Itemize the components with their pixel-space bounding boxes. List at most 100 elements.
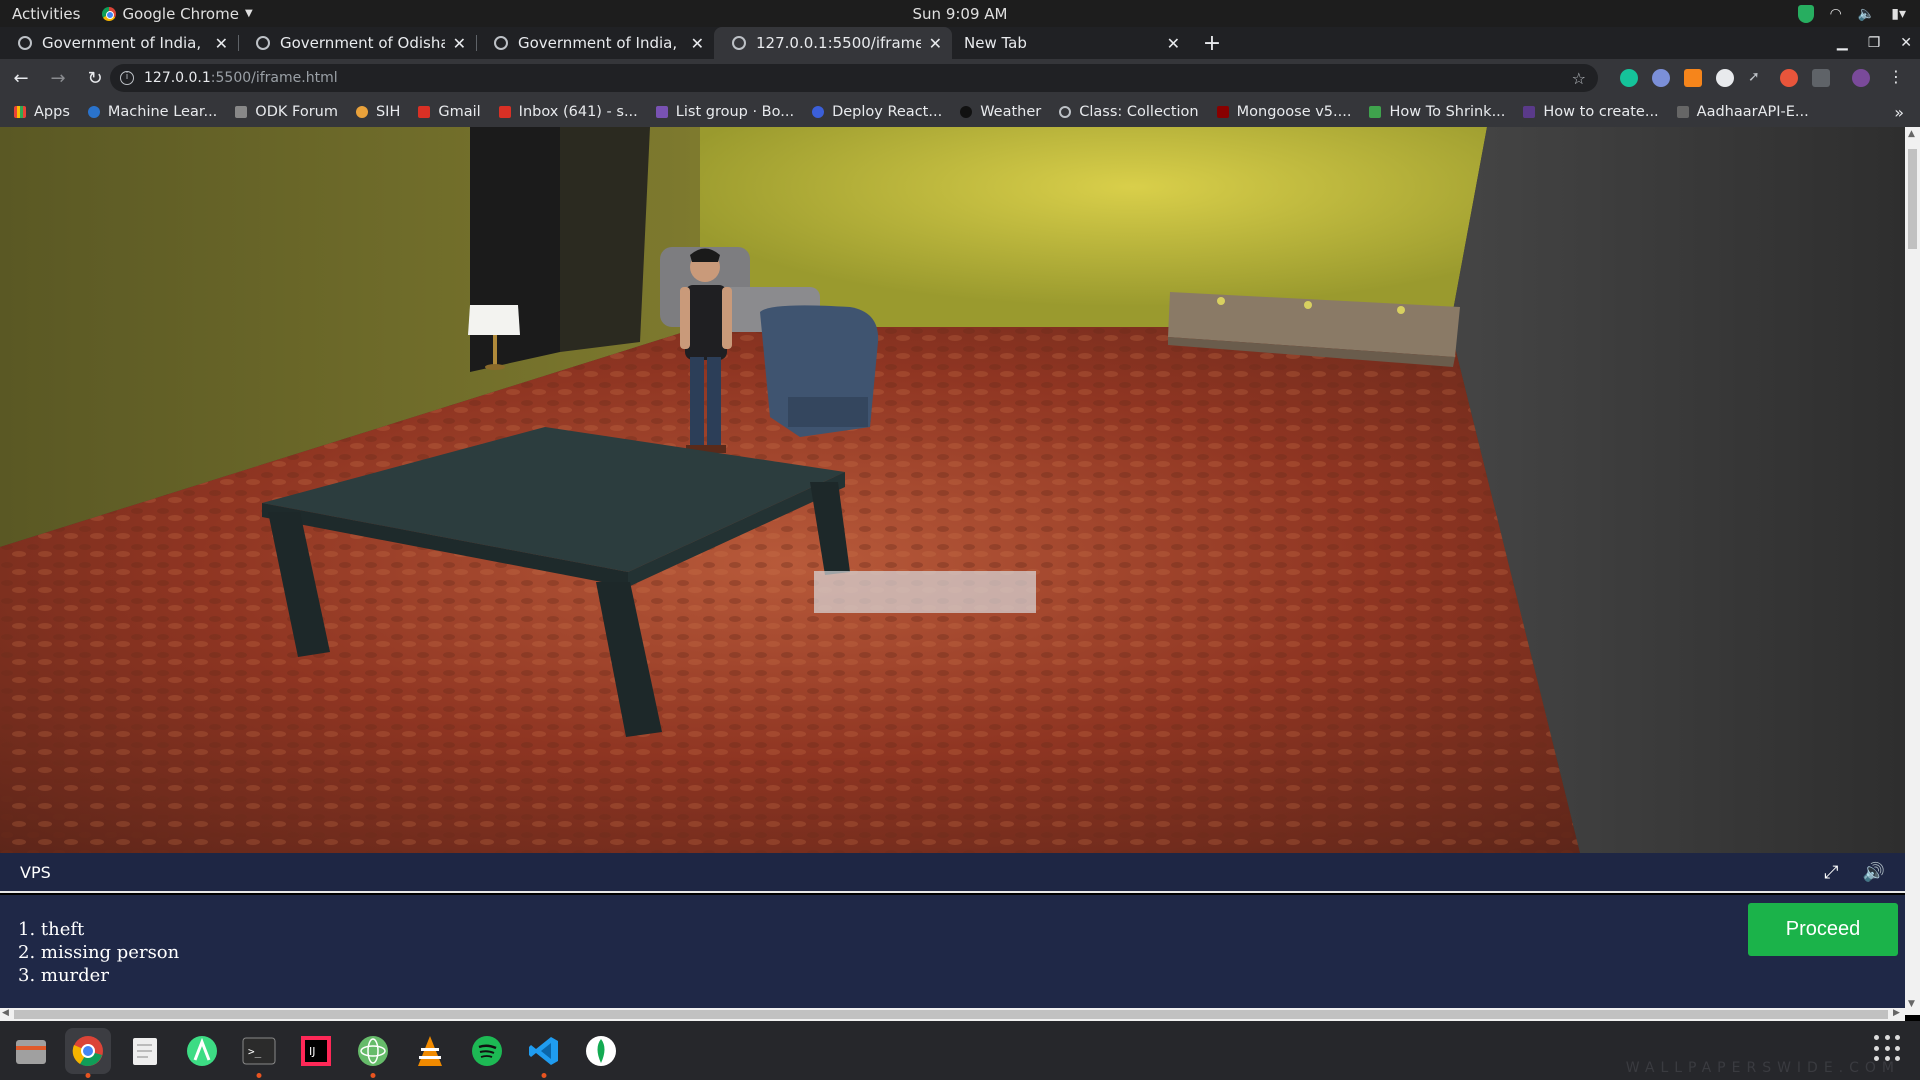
- bookmark-aadhaar-api[interactable]: AadhaarAPI-E...: [1676, 104, 1809, 120]
- running-indicator: [85, 1072, 91, 1078]
- vertical-scrollbar[interactable]: ▲ ▼: [1905, 127, 1920, 1015]
- spotify-icon: [472, 1035, 502, 1066]
- globe-icon: [1059, 106, 1072, 118]
- bookmark-class-collection[interactable]: Class: Collection: [1059, 104, 1199, 120]
- atom-icon: [358, 1035, 388, 1066]
- atom-app[interactable]: [350, 1028, 396, 1078]
- bookmark-mongoose[interactable]: Mongoose v5....: [1216, 104, 1351, 120]
- globe-icon: [732, 36, 746, 50]
- player-controls: ⤢ 🔊: [1824, 862, 1885, 883]
- image-icon: [1369, 106, 1382, 118]
- text-editor-app[interactable]: [122, 1028, 168, 1074]
- scrollbar-thumb[interactable]: [1908, 149, 1917, 249]
- grammarly-icon[interactable]: [1620, 69, 1638, 87]
- vlc-icon: [418, 1035, 442, 1066]
- close-tab-icon[interactable]: ✕: [1167, 34, 1180, 53]
- extension-icon[interactable]: [1716, 69, 1734, 87]
- shield-icon[interactable]: [1797, 4, 1814, 23]
- new-tab-button[interactable]: +: [1196, 27, 1228, 59]
- browser-toolbar: ← → ↻ i 127.0.0.1:5500/iframe.html ☆ ➚ ⋮: [0, 59, 1920, 97]
- tab-iframe-active[interactable]: 127.0.0.1:5500/iframe.htm ✕: [714, 27, 952, 59]
- tab-new-tab[interactable]: New Tab ✕: [952, 27, 1190, 59]
- running-indicator: [541, 1072, 547, 1078]
- bookmarks-bar: Apps Machine Lear... ODK Forum SIH Gmail…: [0, 97, 1920, 127]
- bookmark-apps[interactable]: Apps: [14, 104, 70, 120]
- chrome-app[interactable]: [65, 1027, 111, 1078]
- close-window-icon[interactable]: ✕: [1900, 35, 1912, 51]
- terminal-app[interactable]: >_: [236, 1028, 282, 1078]
- volume-icon[interactable]: 🔊: [1863, 862, 1885, 883]
- extension-icon[interactable]: [1652, 69, 1670, 87]
- bookmark-machine-learning[interactable]: Machine Lear...: [87, 104, 217, 120]
- bookmark-sih[interactable]: SIH: [355, 104, 400, 120]
- forward-button[interactable]: →: [42, 62, 74, 94]
- vscode-app[interactable]: [521, 1028, 567, 1078]
- doc-icon: [1676, 106, 1689, 118]
- close-tab-icon[interactable]: ✕: [929, 34, 942, 53]
- battery-icon[interactable]: ▮▾: [1891, 6, 1906, 22]
- close-tab-icon[interactable]: ✕: [453, 34, 466, 53]
- address-bar[interactable]: i 127.0.0.1:5500/iframe.html ☆: [110, 64, 1598, 92]
- scrollbar-thumb[interactable]: [14, 1010, 1888, 1019]
- fullscreen-icon[interactable]: ⤢: [1824, 862, 1838, 883]
- restore-icon[interactable]: ❐: [1868, 35, 1881, 51]
- bookmark-gmail[interactable]: Gmail: [418, 104, 481, 120]
- app-menu-label: Google Chrome: [122, 4, 239, 23]
- more-bookmarks-icon[interactable]: »: [1894, 103, 1904, 122]
- bookmark-star-icon[interactable]: ☆: [1572, 69, 1586, 88]
- kebab-menu-icon[interactable]: ⋮: [1888, 67, 1906, 86]
- tab-title: New Tab: [964, 34, 1027, 52]
- horizontal-scrollbar[interactable]: ◀ ▶: [0, 1008, 1905, 1021]
- bookmark-weather[interactable]: Weather: [960, 104, 1041, 120]
- system-tray[interactable]: ◠ 🔈 ▮▾: [1797, 4, 1906, 23]
- bookmark-list-group[interactable]: List group · Bo...: [655, 104, 794, 120]
- extension-badge-icon[interactable]: [1812, 69, 1830, 87]
- spotify-app[interactable]: [464, 1028, 510, 1074]
- crime-options-list: 1. theft 2. missing person 3. murder: [18, 918, 179, 987]
- wifi-icon[interactable]: ◠: [1830, 6, 1842, 22]
- scroll-right-icon[interactable]: ▶: [1893, 1008, 1900, 1018]
- minimize-icon[interactable]: ▁: [1837, 35, 1848, 51]
- back-button[interactable]: ←: [5, 62, 37, 94]
- close-tab-icon[interactable]: ✕: [215, 34, 228, 53]
- scroll-left-icon[interactable]: ◀: [2, 1008, 9, 1018]
- cookie-icon[interactable]: [1780, 69, 1798, 87]
- bookmark-how-to-create[interactable]: How to create...: [1523, 104, 1659, 120]
- vlc-app[interactable]: [407, 1028, 453, 1074]
- weather-icon: [960, 106, 973, 118]
- globe-icon: [256, 36, 270, 50]
- scroll-up-icon[interactable]: ▲: [1908, 129, 1915, 139]
- running-indicator: [370, 1072, 376, 1078]
- scroll-down-icon[interactable]: ▼: [1908, 999, 1915, 1009]
- tab-gov-india-1[interactable]: Government of India, Min ✕: [0, 27, 238, 59]
- bookmark-icon: [1523, 106, 1536, 118]
- bookmark-inbox[interactable]: Inbox (641) - s...: [498, 104, 638, 120]
- clock[interactable]: Sun 9:09 AM: [913, 5, 1008, 23]
- intellij-icon: IJ: [301, 1035, 331, 1066]
- android-studio-app[interactable]: [179, 1028, 225, 1074]
- bootstrap-icon: [655, 106, 668, 118]
- intellij-app[interactable]: IJ: [293, 1028, 339, 1074]
- bookmark-how-to-shrink[interactable]: How To Shrink...: [1369, 104, 1505, 120]
- bookmark-deploy-react[interactable]: Deploy React...: [812, 104, 942, 120]
- files-app[interactable]: [8, 1028, 54, 1074]
- proceed-button[interactable]: Proceed: [1748, 903, 1898, 956]
- volume-muted-icon[interactable]: 🔈: [1858, 6, 1875, 22]
- bookmark-odk-forum[interactable]: ODK Forum: [235, 104, 338, 120]
- unity-webgl-canvas[interactable]: [0, 127, 1905, 853]
- metamask-icon[interactable]: [1684, 69, 1702, 87]
- option-murder: 3. murder: [18, 965, 109, 986]
- mongodb-compass-app[interactable]: [578, 1028, 624, 1074]
- site-info-icon[interactable]: i: [120, 71, 134, 85]
- app-menu[interactable]: Google Chrome ▼: [102, 4, 253, 23]
- tab-gov-india-2[interactable]: Government of India, Min ✕: [476, 27, 714, 59]
- reload-button[interactable]: ↻: [79, 62, 111, 94]
- ubuntu-dock: >_ IJ WALLPAPERSWIDE.COM: [0, 1021, 1920, 1080]
- profile-avatar[interactable]: [1852, 69, 1870, 87]
- activities-button[interactable]: Activities: [12, 5, 80, 23]
- cursor-icon[interactable]: ➚: [1748, 69, 1766, 87]
- chrome-icon: [102, 6, 117, 21]
- close-tab-icon[interactable]: ✕: [691, 34, 704, 53]
- show-applications-icon[interactable]: [1874, 1035, 1902, 1063]
- tab-gov-odisha[interactable]: Government of Odisha, H ✕: [238, 27, 476, 59]
